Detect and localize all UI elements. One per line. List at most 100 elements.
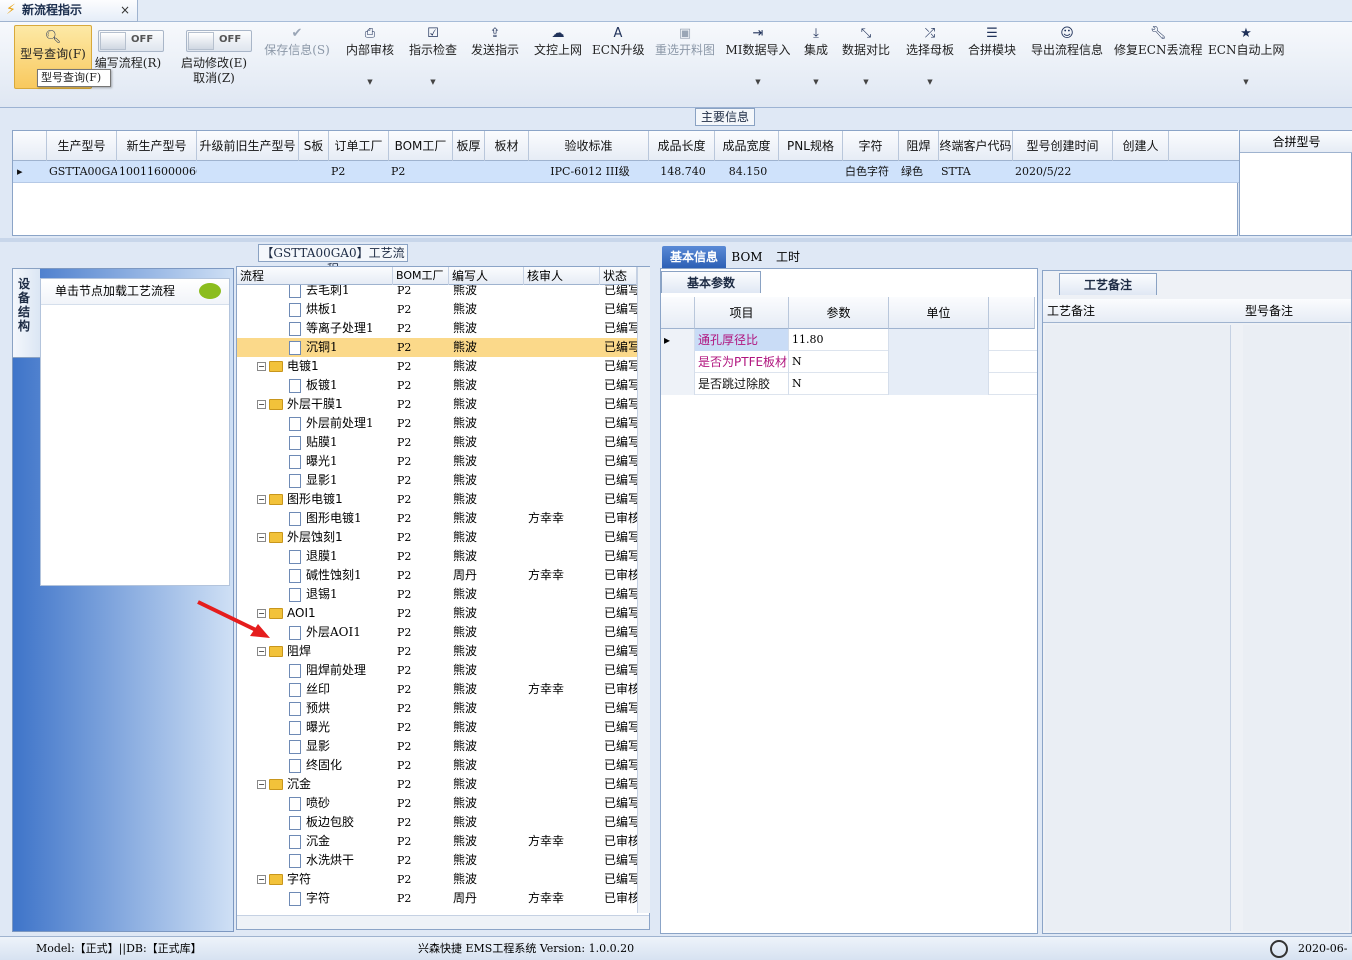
tree-node[interactable]: 阻焊前处理 P2 熊波 已编写	[237, 661, 637, 680]
internal-review-button[interactable]: ⎙ 内部审核 ▼	[342, 22, 398, 106]
tree-vertical-scrollbar[interactable]	[637, 267, 650, 913]
collapse-icon[interactable]: −	[257, 362, 266, 371]
param-row[interactable]: 是否为PTFE板材 N	[661, 351, 1037, 373]
tab-process-notes[interactable]: 工艺备注	[1059, 273, 1157, 295]
grid-cell[interactable]: 84.150	[717, 161, 779, 183]
tab-work-hours[interactable]: 工时	[770, 246, 806, 268]
tree-node[interactable]: − 外层蚀刻1 P2 熊波 已编写	[237, 528, 637, 547]
export-flow-button[interactable]: ☺ 导出流程信息	[1026, 22, 1108, 106]
grid-col-header[interactable]: 板厚	[453, 131, 485, 161]
ecn-upgrade-button[interactable]: A ECN升级	[592, 22, 644, 106]
tree-node[interactable]: − 图形电镀1 P2 熊波 已编写	[237, 490, 637, 509]
save-info-button[interactable]: ✔ 保存信息(S)	[262, 22, 332, 106]
tree-node[interactable]: 沉金 P2 熊波 方幸幸 已审核	[237, 832, 637, 851]
send-instruction-button[interactable]: ⇪ 发送指示	[468, 22, 522, 106]
tree-node[interactable]: 碱性蚀刻1 P2 周丹 方幸幸 已审核	[237, 566, 637, 585]
collapse-icon[interactable]: −	[257, 647, 266, 656]
param-value[interactable]: 11.80	[789, 329, 889, 351]
reselect-picture-button[interactable]: ▣ 重选开料图	[652, 22, 718, 106]
tree-node[interactable]: 曝光 P2 熊波 已编写	[237, 718, 637, 737]
process-notes-body[interactable]	[1045, 325, 1231, 931]
grid-col-header[interactable]: 升级前旧生产型号	[197, 131, 299, 161]
tree-node[interactable]: 曝光1 P2 熊波 已编写	[237, 452, 637, 471]
grid-cell[interactable]: P2	[331, 161, 389, 183]
close-tab-icon[interactable]: ×	[120, 2, 130, 18]
tree-node[interactable]: − 沉金 P2 熊波 已编写	[237, 775, 637, 794]
collapse-icon[interactable]: −	[257, 533, 266, 542]
collapse-icon[interactable]: −	[257, 780, 266, 789]
table-row[interactable]: ▸ GSTTA00GA010011600006673 P2P2 IPC-6012 II…	[13, 161, 1239, 183]
tree-node[interactable]: 沉铜1 P2 熊波 已编写	[237, 338, 637, 357]
tree-node[interactable]: 水洗烘干 P2 熊波 已编写	[237, 851, 637, 870]
tree-node[interactable]: − 阻焊 P2 熊波 已编写	[237, 642, 637, 661]
grid-col-header[interactable]: 阻焊	[899, 131, 939, 161]
tree-node[interactable]: − 外层干膜1 P2 熊波 已编写	[237, 395, 637, 414]
param-value[interactable]: N	[789, 351, 889, 373]
grid-col-header[interactable]: 板材	[485, 131, 529, 161]
grid-cell[interactable]: P2	[391, 161, 453, 183]
grid-col-header[interactable]: 型号创建时间	[1013, 131, 1113, 161]
grid-col-header[interactable]: 创建人	[1113, 131, 1169, 161]
tree-node[interactable]: 贴膜1 P2 熊波 已编写	[237, 433, 637, 452]
start-modify-toggle[interactable]: OFF	[186, 30, 252, 52]
data-compare-button[interactable]: ⤡ 数据对比 ▼	[838, 22, 894, 106]
splitter[interactable]	[0, 238, 1352, 242]
tree-node[interactable]: 板镀1 P2 熊波 已编写	[237, 376, 637, 395]
collapse-icon[interactable]: −	[257, 400, 266, 409]
combine-module-button[interactable]: ☰ 合拼模块	[964, 22, 1020, 106]
tree-node[interactable]: 外层AOI1 P2 熊波 已编写	[237, 623, 637, 642]
tree-node[interactable]: 板边包胶 P2 熊波 已编写	[237, 813, 637, 832]
tree-node[interactable]: 丝印 P2 熊波 方幸幸 已审核	[237, 680, 637, 699]
tree-node[interactable]: 终固化 P2 熊波 已编写	[237, 756, 637, 775]
tree-node[interactable]: 字符 P2 周丹 方幸幸 已审核	[237, 889, 637, 908]
tab-bom[interactable]: BOM	[730, 246, 764, 268]
grid-cell[interactable]	[1115, 161, 1169, 183]
tree-node[interactable]: 退膜1 P2 熊波 已编写	[237, 547, 637, 566]
model-notes-body[interactable]	[1243, 325, 1349, 931]
load-flow-card[interactable]: 单击节点加载工艺流程	[40, 278, 230, 586]
tree-node[interactable]: 显影 P2 熊波 已编写	[237, 737, 637, 756]
grid-cell[interactable]: IPC-6012 III级	[531, 161, 649, 183]
param-value[interactable]: N	[789, 373, 889, 395]
grid-col-header[interactable]: 生产型号	[47, 131, 117, 161]
select-master-button[interactable]: ⤮ 选择母板 ▼	[900, 22, 960, 106]
document-tab[interactable]: ⚡ 新流程指示 ×	[0, 0, 138, 22]
tree-node[interactable]: 烘板1 P2 熊波 已编写	[237, 300, 637, 319]
grid-col-header[interactable]: 字符	[843, 131, 899, 161]
grid-cell[interactable]: 10011600006673	[119, 161, 197, 183]
tree-horizontal-scrollbar[interactable]	[237, 915, 649, 929]
grid-col-header[interactable]: 订单工厂	[329, 131, 389, 161]
tab-basic-params[interactable]: 基本参数	[661, 271, 761, 293]
grid-cell[interactable]	[301, 161, 329, 183]
tree-node[interactable]: 图形电镀1 P2 熊波 方幸幸 已审核	[237, 509, 637, 528]
grid-col-header[interactable]: 成品宽度	[715, 131, 779, 161]
integrate-button[interactable]: ⤓ 集成 ▼	[798, 22, 834, 106]
grid-cell[interactable]	[487, 161, 529, 183]
grid-cell[interactable]: 148.740	[651, 161, 715, 183]
grid-cell[interactable]	[455, 161, 485, 183]
tree-node[interactable]: 外层前处理1 P2 熊波 已编写	[237, 414, 637, 433]
tree-node[interactable]: 预烘 P2 熊波 已编写	[237, 699, 637, 718]
collapse-icon[interactable]: −	[257, 875, 266, 884]
tree-node[interactable]: − AOI1 P2 熊波 已编写	[237, 604, 637, 623]
grid-cell[interactable]: 白色字符	[845, 161, 899, 183]
collapse-icon[interactable]: −	[257, 495, 266, 504]
grid-cell[interactable]: 绿色	[901, 161, 939, 183]
instruction-check-button[interactable]: ☑ 指示检查 ▼	[406, 22, 460, 106]
doc-upload-button[interactable]: ☁ 文控上网	[530, 22, 586, 106]
grid-col-header[interactable]: PNL规格	[779, 131, 843, 161]
grid-col-header[interactable]: 验收标准	[529, 131, 649, 161]
grid-cell[interactable]	[199, 161, 299, 183]
grid-col-header[interactable]: 新生产型号	[117, 131, 197, 161]
fix-ecn-button[interactable]: 🔧︎ 修复ECN丢流程	[1114, 22, 1202, 106]
mi-import-button[interactable]: ⇥ MI数据导入 ▼	[724, 22, 792, 106]
tree-node[interactable]: 喷砂 P2 熊波 已编写	[237, 794, 637, 813]
grid-cell[interactable]: 2020/5/22	[1015, 161, 1113, 183]
tree-node[interactable]: 显影1 P2 熊波 已编写	[237, 471, 637, 490]
grid-col-header[interactable]: 终端客户代码	[939, 131, 1013, 161]
grid-cell[interactable]: GSTTA00GA0	[49, 161, 117, 183]
write-flow-toggle[interactable]: OFF	[98, 30, 164, 52]
param-row[interactable]: 是否跳过除胶 N	[661, 373, 1037, 395]
tree-node[interactable]: 退锡1 P2 熊波 已编写	[237, 585, 637, 604]
tree-node[interactable]: 等离子处理1 P2 熊波 已编写	[237, 319, 637, 338]
